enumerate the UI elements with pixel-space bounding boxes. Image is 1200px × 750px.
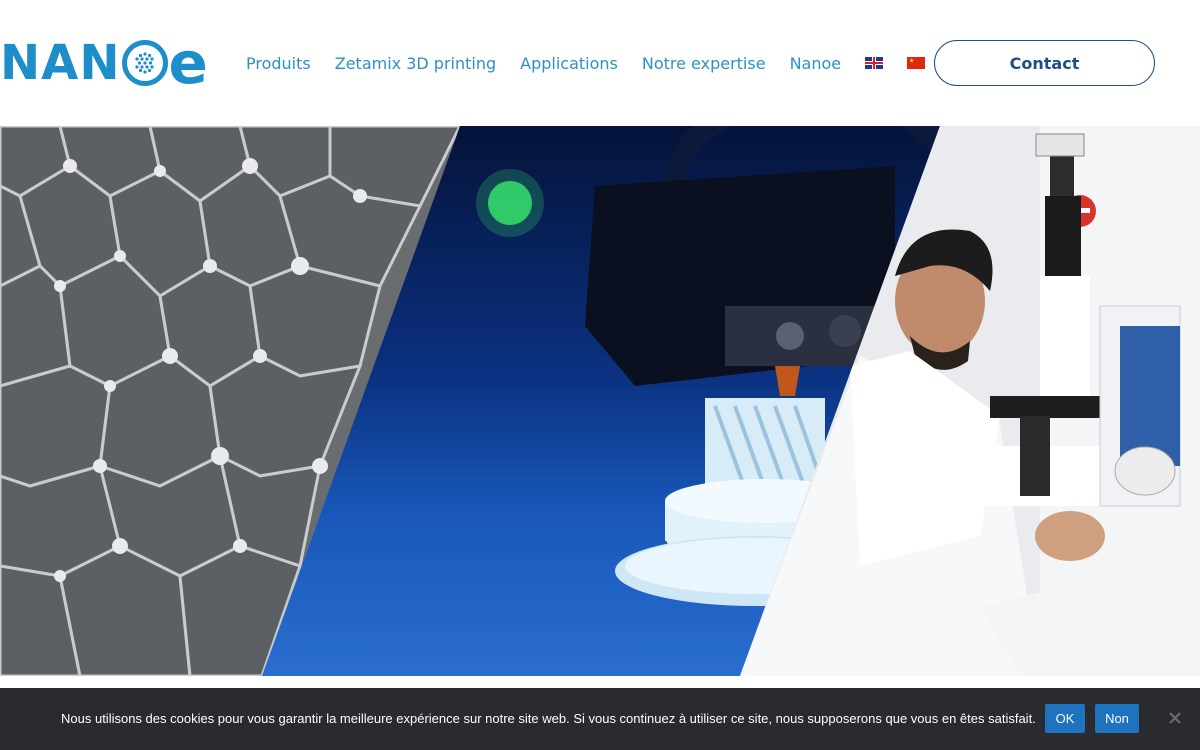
- close-icon[interactable]: [1167, 710, 1183, 726]
- nav-item-applications[interactable]: Applications: [520, 54, 618, 73]
- nav-item-produits[interactable]: Produits: [246, 54, 311, 73]
- china-flag-icon[interactable]: [907, 57, 926, 69]
- cookie-decline-button[interactable]: Non: [1095, 704, 1139, 733]
- logo-suffix: e: [168, 29, 208, 97]
- nav-item-zetamix-3d-printing[interactable]: Zetamix 3D printing: [335, 54, 496, 73]
- site-header: NAN e Produits Zetamix 3D printing Appli…: [0, 0, 1200, 126]
- nanoe-logo-o-icon: [121, 40, 168, 86]
- cookie-notice-bar: Nous utilisons des cookies pour vous gar…: [0, 688, 1200, 750]
- logo-prefix: NAN: [0, 35, 121, 91]
- cookie-notice-text: Nous utilisons des cookies pour vous gar…: [61, 711, 1036, 726]
- nanoe-logo[interactable]: NAN e: [0, 29, 208, 97]
- hero-banner: [0, 126, 1200, 676]
- main-navigation: Produits Zetamix 3D printing Application…: [246, 50, 949, 76]
- uk-flag-icon[interactable]: [865, 57, 884, 69]
- cookie-accept-button[interactable]: OK: [1045, 704, 1085, 733]
- nav-item-notre-expertise[interactable]: Notre expertise: [642, 54, 766, 73]
- nav-item-nanoe[interactable]: Nanoe: [790, 54, 842, 73]
- contact-button[interactable]: Contact: [934, 40, 1155, 86]
